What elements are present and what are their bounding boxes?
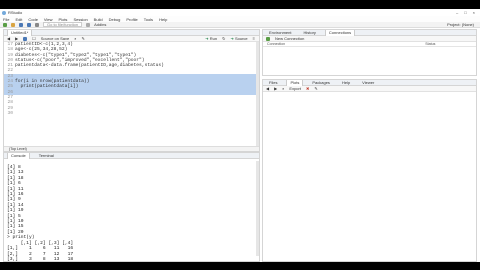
menu-view[interactable]: View	[44, 17, 53, 22]
code-line[interactable]: 30	[4, 111, 259, 116]
magic-wand-icon[interactable]: ✎	[81, 36, 84, 41]
menu-debug[interactable]: Debug	[109, 17, 121, 22]
menu-profile[interactable]: Profile	[126, 17, 137, 22]
source-label: Source	[234, 36, 248, 41]
menu-edit[interactable]: Edit	[15, 17, 22, 22]
source-arrow-icon: ➜	[230, 36, 234, 41]
menu-plots[interactable]: Plots	[59, 17, 68, 22]
plot-forward-icon[interactable]: ▶	[274, 86, 277, 91]
editor-save-icon[interactable]	[23, 36, 28, 41]
editor-statusbar: (Top Level)	[4, 146, 259, 151]
print-icon[interactable]	[35, 22, 39, 27]
remove-plot-icon[interactable]: ✖	[306, 86, 309, 91]
run-label: Run	[209, 36, 218, 41]
console-scrollbar[interactable]	[256, 161, 259, 256]
tab-connections[interactable]: Connections	[324, 30, 356, 36]
tab-packages[interactable]: Packages	[309, 80, 333, 85]
title-bar: RStudio – □ ×	[0, 9, 480, 16]
tab-terminal[interactable]: Terminal	[36, 153, 57, 158]
code-text: patientdata<-data.frame(patientID,age,di…	[15, 63, 164, 69]
search-icon[interactable]: ⌕	[74, 36, 76, 41]
menu-file[interactable]: File	[3, 17, 9, 22]
col-connection: Connection	[267, 42, 286, 46]
export-button[interactable]: Export	[289, 86, 301, 91]
tab-plots[interactable]: Plots	[286, 80, 304, 86]
environment-pane: Environment History Connections New Conn…	[262, 29, 477, 76]
close-icon[interactable]: ×	[473, 10, 475, 15]
line-number: 30	[7, 110, 13, 116]
new-connection-icon	[266, 36, 270, 41]
editor-pane: Untitled1* ◀ ▶ ☐ Source on Save ⌕ ✎ ➜ Ru…	[3, 29, 260, 152]
window-title: RStudio	[8, 10, 23, 15]
console-output[interactable]: [4] 8 [1] 13 [1] 18 [1] 6 [1] 11 [1] 16 …	[4, 159, 259, 261]
new-file-icon[interactable]	[3, 22, 7, 27]
plots-toolbar: ◀ ▶ ⌕ Export ✖ ✎	[263, 86, 476, 92]
open-file-icon[interactable]	[11, 22, 15, 27]
outline-icon[interactable]: ≡	[253, 36, 255, 41]
connections-header: Connection Status	[263, 42, 476, 47]
menu-code[interactable]: Code	[28, 17, 38, 22]
save-all-icon[interactable]	[27, 22, 31, 27]
app-root: RStudio – □ × File Edit Code View Plots …	[0, 0, 480, 270]
grid-icon[interactable]	[86, 22, 91, 27]
tab-environment[interactable]: Environment	[266, 30, 294, 35]
bottom-black-bar	[0, 262, 480, 270]
tab-history[interactable]: History	[300, 30, 318, 35]
main-toolbar: Go to file/function Addins Project: (Non…	[0, 22, 480, 28]
maximize-icon[interactable]: □	[464, 10, 466, 15]
plot-back-icon[interactable]: ◀	[266, 86, 269, 91]
tab-untitled1[interactable]: Untitled1*	[7, 30, 33, 36]
files-pane: Files Plots Packages Help Viewer ◀ ▶ ⌕ E…	[262, 79, 477, 262]
source-on-save-checkbox[interactable]: ☐	[32, 36, 36, 41]
editor-scrollbar[interactable]	[256, 42, 259, 146]
source-button[interactable]: ➜ Source	[230, 36, 247, 41]
menu-tools[interactable]: Tools	[144, 17, 153, 22]
scope-indicator[interactable]: (Top Level)	[9, 147, 27, 151]
top-black-bar	[0, 0, 480, 9]
menu-help[interactable]: Help	[159, 17, 167, 22]
code-text: print(patientdata[i])	[15, 84, 79, 90]
rstudio-window: RStudio – □ × File Edit Code View Plots …	[0, 9, 480, 262]
col-status: Status	[425, 42, 436, 46]
project-menu[interactable]: Project: (None)	[447, 22, 480, 27]
back-icon[interactable]: ◀	[7, 36, 10, 41]
save-icon[interactable]	[19, 22, 23, 27]
run-button[interactable]: ➜ Run	[205, 36, 217, 41]
menu-session[interactable]: Session	[73, 17, 87, 22]
new-connection-button[interactable]: New Connection	[275, 36, 304, 41]
forward-icon[interactable]: ▶	[15, 36, 18, 41]
menu-build[interactable]: Build	[94, 17, 103, 22]
clear-plots-icon[interactable]: ✎	[314, 86, 317, 91]
addins-button[interactable]: Addins	[94, 22, 106, 27]
goto-file-input[interactable]: Go to file/function	[43, 22, 83, 27]
source-on-save-label: Source on Save	[40, 36, 70, 41]
rerun-icon[interactable]: ↻	[222, 36, 225, 41]
tab-viewer[interactable]: Viewer	[359, 80, 377, 85]
zoom-icon[interactable]: ⌕	[282, 86, 284, 91]
console-pane: Console Terminal [4] 8 [1] 13 [1] 18 [1]…	[3, 152, 260, 262]
run-arrow-icon: ➜	[205, 36, 209, 41]
minimize-icon[interactable]: –	[456, 10, 458, 15]
code-area[interactable]: 17 patientID<-c(1,2,3,4) 18 age<-c(25,34,28…	[4, 42, 259, 116]
tab-help[interactable]: Help	[339, 80, 353, 85]
tab-files[interactable]: Files	[266, 80, 280, 85]
rstudio-logo-icon	[2, 10, 6, 15]
tab-console[interactable]: Console	[7, 153, 30, 159]
